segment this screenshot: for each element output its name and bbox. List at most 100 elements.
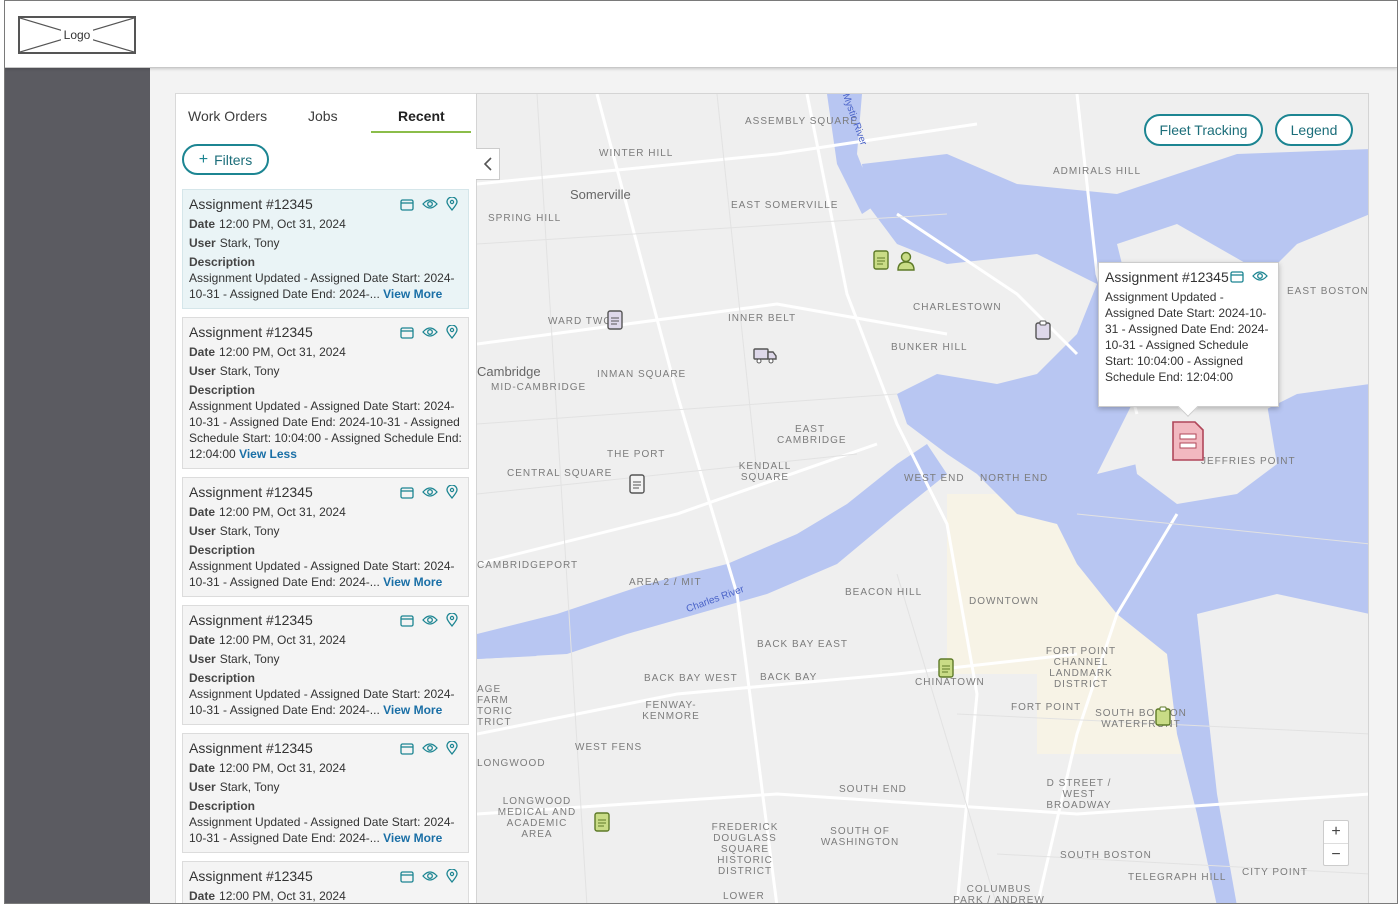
calendar-icon[interactable] bbox=[400, 870, 414, 883]
results-panel: Work Orders Jobs Recent + Filters Assign… bbox=[175, 93, 478, 903]
map-label-fort-point-channel: FORT POINT CHANNEL LANDMARK DISTRICT bbox=[1045, 646, 1117, 690]
map-label-kendall: KENDALL SQUARE bbox=[738, 461, 792, 483]
zoom-out-button[interactable]: − bbox=[1324, 843, 1348, 865]
map[interactable]: ASSEMBLY SQUARE WINTER HILL Somerville E… bbox=[476, 93, 1369, 903]
document-marker-icon[interactable] bbox=[629, 474, 645, 499]
user-marker-icon[interactable] bbox=[896, 251, 916, 276]
location-pin-icon[interactable] bbox=[446, 485, 458, 499]
map-label-admirals-hill: ADMIRALS HILL bbox=[1053, 166, 1142, 177]
map-label-spring-hill: SPRING HILL bbox=[488, 213, 562, 224]
document-marker-icon[interactable] bbox=[873, 250, 889, 275]
map-label-back-bay: BACK BAY bbox=[760, 672, 818, 683]
user-value: Stark, Tony bbox=[219, 236, 280, 250]
location-pin-icon[interactable] bbox=[446, 325, 458, 339]
zoom-control: + − bbox=[1323, 820, 1349, 866]
clipboard-marker-icon[interactable] bbox=[1155, 706, 1171, 731]
location-pin-icon[interactable] bbox=[446, 741, 458, 755]
zoom-in-button[interactable]: + bbox=[1324, 821, 1348, 843]
document-marker-icon[interactable] bbox=[607, 310, 623, 335]
map-label-charlestown: CHARLESTOWN bbox=[913, 302, 1002, 313]
tab-jobs[interactable]: Jobs bbox=[308, 108, 338, 124]
map-label-age-farm: AGE FARM TORIC TRICT bbox=[477, 684, 513, 728]
calendar-icon[interactable] bbox=[400, 614, 414, 627]
logo[interactable]: Logo bbox=[18, 16, 136, 54]
collapse-panel-button[interactable] bbox=[476, 148, 500, 180]
date-value: 12:00 PM, Oct 31, 2024 bbox=[219, 633, 346, 647]
eye-icon[interactable] bbox=[422, 614, 438, 626]
map-label-cambridgeport: CAMBRIDGEPORT bbox=[477, 560, 579, 571]
calendar-icon[interactable] bbox=[1230, 270, 1244, 287]
tab-recent[interactable]: Recent bbox=[398, 108, 445, 124]
date-value: 12:00 PM, Oct 31, 2024 bbox=[219, 761, 346, 775]
user-value: Stark, Tony bbox=[219, 524, 280, 538]
map-label-inner-belt: INNER BELT bbox=[728, 313, 797, 324]
selected-work-order-marker-icon[interactable] bbox=[1171, 420, 1205, 467]
description-label: Description bbox=[189, 383, 256, 397]
tab-work-orders[interactable]: Work Orders bbox=[188, 108, 267, 124]
filters-button[interactable]: + Filters bbox=[182, 144, 269, 175]
map-label-fort-point: FORT POINT bbox=[1011, 702, 1082, 713]
map-label-inman: INMAN SQUARE bbox=[597, 369, 687, 380]
map-label-ward-two: WARD TWO bbox=[548, 316, 613, 327]
assignment-card[interactable]: Assignment #12345 Date 12:00 PM, Oct 31, … bbox=[182, 317, 469, 469]
map-label-assembly: ASSEMBLY SQUARE bbox=[745, 116, 858, 127]
clipboard-marker-icon[interactable] bbox=[1035, 320, 1051, 345]
map-background bbox=[477, 94, 1368, 903]
location-pin-icon[interactable] bbox=[446, 613, 458, 627]
map-label-area2: AREA 2 / MIT bbox=[629, 577, 702, 588]
view-toggle-link[interactable]: View Less bbox=[239, 447, 297, 461]
truck-marker-icon[interactable] bbox=[753, 346, 777, 369]
user-value: Stark, Tony bbox=[219, 364, 280, 378]
eye-icon[interactable] bbox=[422, 870, 438, 882]
map-label-telegraph: TELEGRAPH HILL bbox=[1128, 872, 1227, 883]
eye-icon[interactable] bbox=[422, 326, 438, 338]
assignment-list: Assignment #12345 Date 12:00 PM, Oct 31, … bbox=[182, 189, 469, 903]
view-toggle-link[interactable]: View More bbox=[383, 287, 442, 301]
description-label: Description bbox=[189, 671, 256, 685]
date-label: Date bbox=[189, 889, 216, 903]
map-label-fd-square: FREDERICK DOUGLASS SQUARE HISTORIC DISTR… bbox=[711, 822, 779, 877]
date-value: 12:00 PM, Oct 31, 2024 bbox=[219, 889, 346, 903]
calendar-icon[interactable] bbox=[400, 486, 414, 499]
date-label: Date bbox=[189, 345, 216, 359]
assignment-card[interactable]: Assignment #12345 Date 12:00 PM, Oct 31, … bbox=[182, 605, 469, 725]
eye-icon[interactable] bbox=[422, 198, 438, 210]
fleet-tracking-button[interactable]: Fleet Tracking bbox=[1144, 114, 1263, 146]
calendar-icon[interactable] bbox=[400, 326, 414, 339]
location-pin-icon[interactable] bbox=[446, 869, 458, 883]
document-marker-icon[interactable] bbox=[938, 658, 954, 683]
legend-button[interactable]: Legend bbox=[1275, 114, 1353, 146]
map-label-jeffries: JEFFRIES POINT bbox=[1201, 456, 1296, 467]
calendar-icon[interactable] bbox=[400, 742, 414, 755]
assignment-card[interactable]: Assignment #12345 Date 12:00 PM, Oct 31, … bbox=[182, 477, 469, 597]
description-text: Assignment Updated - Assigned Date Start… bbox=[189, 271, 455, 301]
description-label: Description bbox=[189, 255, 256, 269]
map-label-back-bay-east: BACK BAY EAST bbox=[757, 639, 848, 650]
map-label-east-somerville: EAST SOMERVILLE bbox=[731, 200, 839, 211]
date-value: 12:00 PM, Oct 31, 2024 bbox=[219, 345, 346, 359]
location-pin-icon[interactable] bbox=[446, 197, 458, 211]
view-toggle-link[interactable]: View More bbox=[383, 831, 442, 845]
eye-icon[interactable] bbox=[422, 742, 438, 754]
top-bar: Logo bbox=[5, 1, 1397, 68]
date-label: Date bbox=[189, 633, 216, 647]
filters-label: Filters bbox=[214, 151, 253, 168]
document-marker-icon[interactable] bbox=[594, 812, 610, 837]
view-toggle-link[interactable]: View More bbox=[383, 703, 442, 717]
chevron-left-icon bbox=[483, 157, 492, 171]
assignment-card[interactable]: Assignment #12345 Date 12:00 PM, Oct 31, … bbox=[182, 861, 469, 903]
assignment-card[interactable]: Assignment #12345 Date 12:00 PM, Oct 31, … bbox=[182, 733, 469, 853]
user-label: User bbox=[189, 780, 216, 794]
assignment-card[interactable]: Assignment #12345 Date 12:00 PM, Oct 31, … bbox=[182, 189, 469, 309]
map-label-somerville: Somerville bbox=[570, 187, 631, 202]
description-text: Assignment Updated - Assigned Date Start… bbox=[189, 399, 462, 461]
view-toggle-link[interactable]: View More bbox=[383, 575, 442, 589]
calendar-icon[interactable] bbox=[400, 198, 414, 211]
map-label-city-point: CITY POINT bbox=[1242, 867, 1308, 878]
eye-icon[interactable] bbox=[1252, 270, 1268, 287]
map-label-longwood: LONGWOOD bbox=[477, 758, 546, 769]
map-label-north-end: NORTH END bbox=[980, 473, 1049, 484]
popup-text: Assignment Updated - Assigned Date Start… bbox=[1105, 290, 1269, 384]
user-value: Stark, Tony bbox=[219, 652, 280, 666]
eye-icon[interactable] bbox=[422, 486, 438, 498]
